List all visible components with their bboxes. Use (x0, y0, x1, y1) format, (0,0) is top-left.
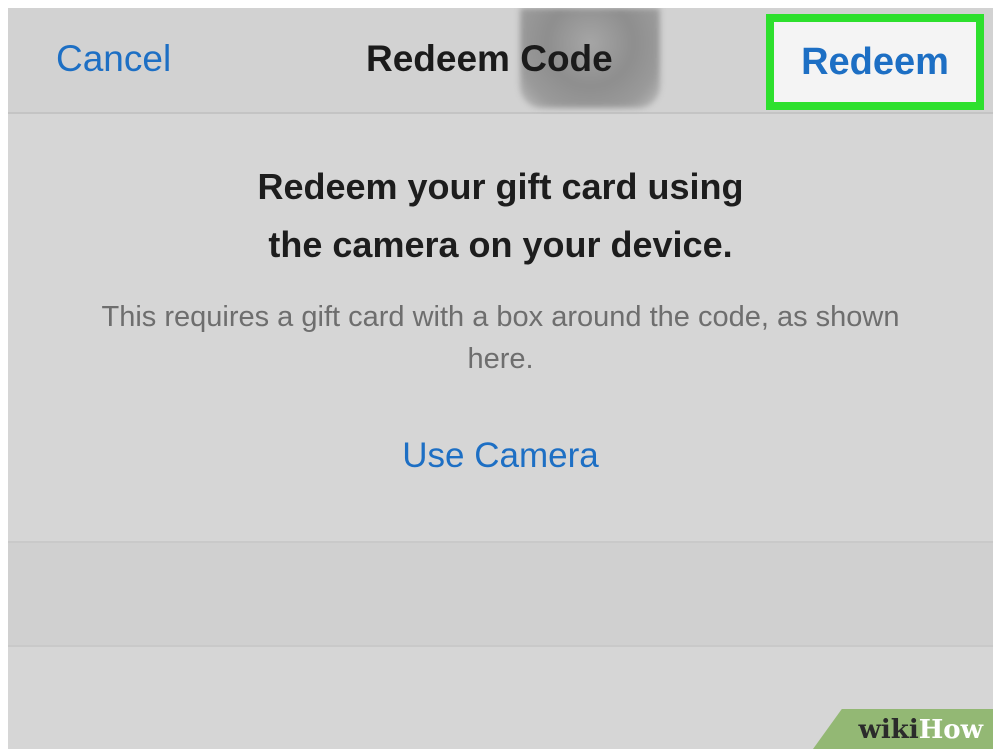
watermark-logo: wikiHow (859, 715, 983, 745)
page-title: Redeem Code (366, 38, 613, 79)
camera-headline: Redeem your gift card using the camera o… (8, 158, 993, 274)
navigation-bar: Cancel Redeem Code Redeem (8, 8, 993, 114)
gift-card-description: This requires a gift card with a box aro… (101, 301, 900, 375)
wikihow-watermark: wikiHow (813, 709, 993, 749)
headline-line-1: Redeem your gift card using (257, 166, 744, 207)
cancel-button[interactable]: Cancel (56, 38, 171, 80)
divider-bottom (8, 645, 993, 647)
watermark-wiki: wiki (858, 715, 919, 745)
redeem-button[interactable]: Redeem (774, 22, 976, 102)
use-camera-row: Use Camera (8, 436, 993, 476)
use-camera-button[interactable]: Use Camera (402, 436, 598, 475)
watermark-how: How (918, 715, 983, 745)
headline-line-2: the camera on your device. (268, 224, 733, 265)
manual-entry-row[interactable] (8, 543, 993, 645)
redeem-code-screen: Cancel Redeem Code Redeem Redeem your gi… (8, 8, 993, 749)
redeem-highlight-box: Redeem (766, 14, 984, 110)
